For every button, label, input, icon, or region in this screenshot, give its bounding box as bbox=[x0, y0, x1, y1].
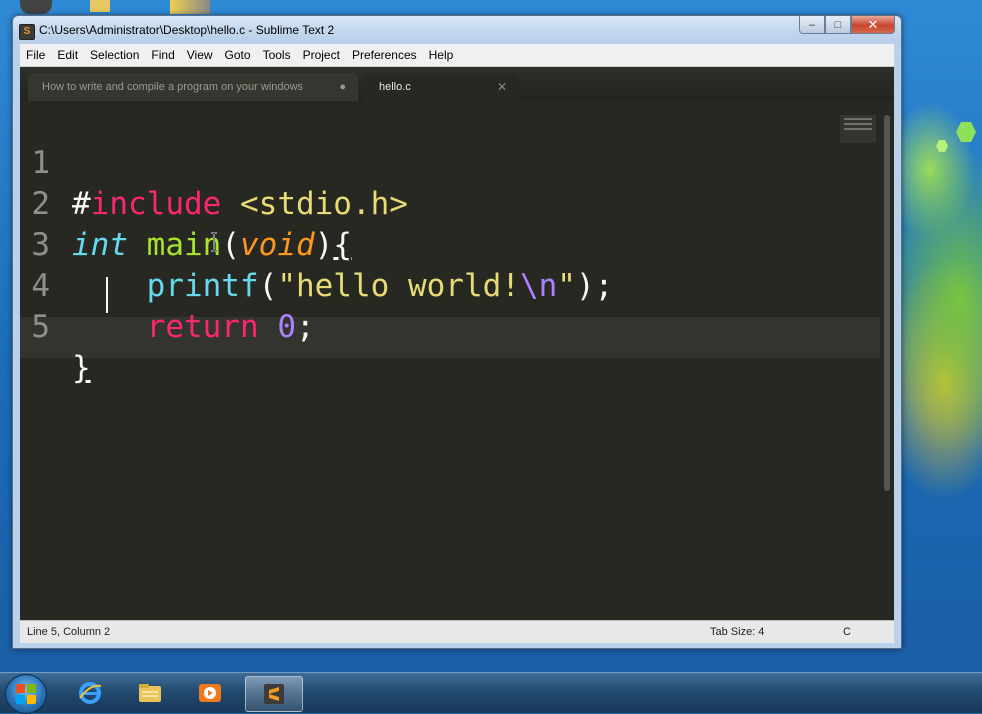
code-line: 3 printf("hello world!\n"); bbox=[20, 184, 613, 304]
paren: ) bbox=[314, 227, 334, 263]
menu-tools[interactable]: Tools bbox=[257, 44, 297, 66]
vertical-scrollbar[interactable] bbox=[884, 115, 890, 491]
text-caret bbox=[106, 277, 108, 313]
desktop-shortcut-icon[interactable] bbox=[20, 0, 52, 14]
paren: ( bbox=[258, 268, 278, 304]
brace-close: } bbox=[72, 350, 91, 386]
code-line: 5 } bbox=[20, 266, 169, 386]
start-button[interactable] bbox=[5, 674, 47, 714]
menu-project[interactable]: Project bbox=[297, 44, 346, 66]
menu-help[interactable]: Help bbox=[423, 44, 460, 66]
sublime-app-icon: S bbox=[19, 24, 35, 40]
maximize-button[interactable]: □ bbox=[825, 16, 851, 34]
ibeam-cursor-icon bbox=[211, 232, 217, 252]
minimap[interactable] bbox=[840, 115, 876, 143]
statement-end: ); bbox=[575, 268, 614, 304]
escape-sequence: \n bbox=[519, 268, 558, 304]
menu-view[interactable]: View bbox=[181, 44, 219, 66]
menu-preferences[interactable]: Preferences bbox=[346, 44, 423, 66]
taskbar-windows-explorer[interactable] bbox=[122, 676, 178, 710]
taskbar-internet-explorer[interactable] bbox=[62, 676, 118, 710]
string-literal: "hello world! bbox=[277, 268, 520, 304]
menu-goto[interactable]: Goto bbox=[219, 44, 257, 66]
string-quote: " bbox=[557, 268, 576, 304]
menu-file[interactable]: File bbox=[20, 44, 51, 66]
syntax-setting[interactable]: C bbox=[843, 621, 851, 643]
desktop-shortcut-icon[interactable] bbox=[170, 0, 210, 14]
internet-explorer-icon bbox=[79, 682, 102, 704]
header-name: <stdio.h> bbox=[221, 186, 408, 222]
taskbar-media-player[interactable] bbox=[182, 676, 238, 710]
number-zero: 0 bbox=[277, 309, 296, 345]
menu-selection[interactable]: Selection bbox=[84, 44, 145, 66]
windows-logo-icon bbox=[16, 684, 36, 704]
sublime-text-icon bbox=[264, 684, 284, 704]
brace-open: { bbox=[333, 227, 352, 263]
code-editor[interactable]: 1 #include <stdio.h> 2 int main(void){ 3… bbox=[20, 101, 894, 620]
editor-frame: How to write and compile a program on yo… bbox=[20, 67, 894, 620]
menu-edit[interactable]: Edit bbox=[51, 44, 84, 66]
sublime-text-window: S C:\Users\Administrator\Desktop\hello.c… bbox=[12, 15, 902, 649]
tab-hello-c[interactable]: hello.c ✕ bbox=[365, 73, 519, 101]
tab-size-setting[interactable]: Tab Size: 4 bbox=[710, 621, 764, 643]
menu-bar: File Edit Selection Find View Goto Tools… bbox=[20, 44, 894, 67]
close-tab-icon[interactable]: ✕ bbox=[497, 73, 507, 101]
code-line: 1 #include <stdio.h> bbox=[20, 102, 408, 222]
window-controls: – □ ✕ bbox=[799, 16, 895, 36]
code-line: 2 int main(void){ bbox=[20, 143, 352, 263]
tab-bar: How to write and compile a program on yo… bbox=[20, 67, 894, 101]
windows-explorer-icon bbox=[139, 684, 161, 702]
wallpaper-hexagon-icon bbox=[936, 140, 948, 152]
code-text: } bbox=[72, 348, 91, 389]
semicolon: ; bbox=[295, 309, 315, 345]
code-line: 4 return 0; bbox=[20, 225, 314, 345]
wallpaper-hexagon-icon bbox=[956, 122, 976, 142]
menu-find[interactable]: Find bbox=[145, 44, 180, 66]
window-title: C:\Users\Administrator\Desktop\hello.c -… bbox=[39, 23, 335, 37]
taskbar-sublime-text[interactable] bbox=[245, 676, 303, 712]
taskbar bbox=[0, 672, 982, 714]
unsaved-dot-icon[interactable]: ● bbox=[339, 73, 346, 101]
status-bar: Line 5, Column 2 Tab Size: 4 C bbox=[20, 620, 894, 643]
cursor-position: Line 5, Column 2 bbox=[27, 626, 111, 638]
minimize-button[interactable]: – bbox=[799, 16, 825, 34]
tab-tutorial-file[interactable]: How to write and compile a program on yo… bbox=[28, 73, 358, 101]
line-number: 5 bbox=[31, 309, 50, 345]
paren: ( bbox=[221, 227, 240, 263]
desktop-shortcut-icon[interactable] bbox=[90, 0, 110, 12]
tab-label: How to write and compile a program on yo… bbox=[42, 81, 304, 93]
param-void: void bbox=[240, 227, 315, 263]
tab-label: hello.c bbox=[379, 81, 411, 93]
media-player-icon bbox=[199, 684, 221, 702]
window-titlebar[interactable]: S C:\Users\Administrator\Desktop\hello.c… bbox=[13, 16, 901, 44]
close-button[interactable]: ✕ bbox=[851, 16, 895, 34]
